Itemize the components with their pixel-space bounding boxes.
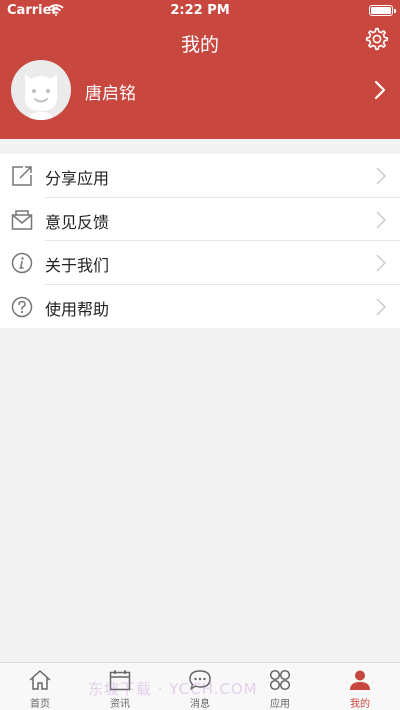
chevron-right-icon — [376, 211, 386, 228]
menu-label: 意见反馈 — [45, 212, 110, 232]
apps-icon — [269, 669, 291, 691]
profile-row[interactable]: 唐启铭 — [0, 58, 400, 124]
tab-home[interactable]: 首页 — [0, 663, 80, 710]
gear-icon[interactable] — [364, 26, 390, 52]
watermark: 东坡下载 · YCCH.COM — [88, 680, 258, 698]
clock: 2:22 PM — [170, 3, 230, 18]
menu-label: 分享应用 — [45, 169, 110, 188]
username: 唐启铭 — [85, 84, 136, 104]
info-icon — [11, 252, 33, 274]
tab-mine[interactable]: 我的 — [320, 663, 400, 710]
share-icon — [12, 166, 32, 186]
status-bar: Carrier 2:22 PM — [0, 0, 400, 22]
avatar[interactable] — [11, 60, 71, 120]
chevron-right-icon — [374, 80, 386, 100]
menu-item-help[interactable]: 使用帮助 — [0, 285, 400, 329]
tab-label: 我的 — [350, 699, 370, 710]
battery-icon — [369, 5, 396, 16]
user-icon — [350, 670, 370, 690]
menu-list: 分享应用 意见反馈 关于我们 使用帮助 — [0, 154, 400, 328]
header: Carrier 2:22 PM 我的 唐启铭 — [0, 0, 400, 139]
home-icon — [29, 670, 51, 690]
tab-label: 首页 — [30, 699, 50, 710]
menu-item-share[interactable]: 分享应用 — [0, 154, 400, 198]
help-icon — [11, 296, 33, 317]
page-title: 我的 — [180, 34, 219, 56]
chevron-right-icon — [376, 167, 386, 185]
menu-item-about[interactable]: 关于我们 — [0, 241, 400, 285]
menu-label: 关于我们 — [45, 256, 110, 275]
mail-icon — [11, 209, 33, 230]
menu-label: 使用帮助 — [45, 299, 110, 319]
chevron-right-icon — [376, 298, 386, 315]
avatar-face-icon — [25, 74, 57, 120]
menu-item-feedback[interactable]: 意见反馈 — [0, 198, 400, 241]
chevron-right-icon — [376, 254, 386, 272]
